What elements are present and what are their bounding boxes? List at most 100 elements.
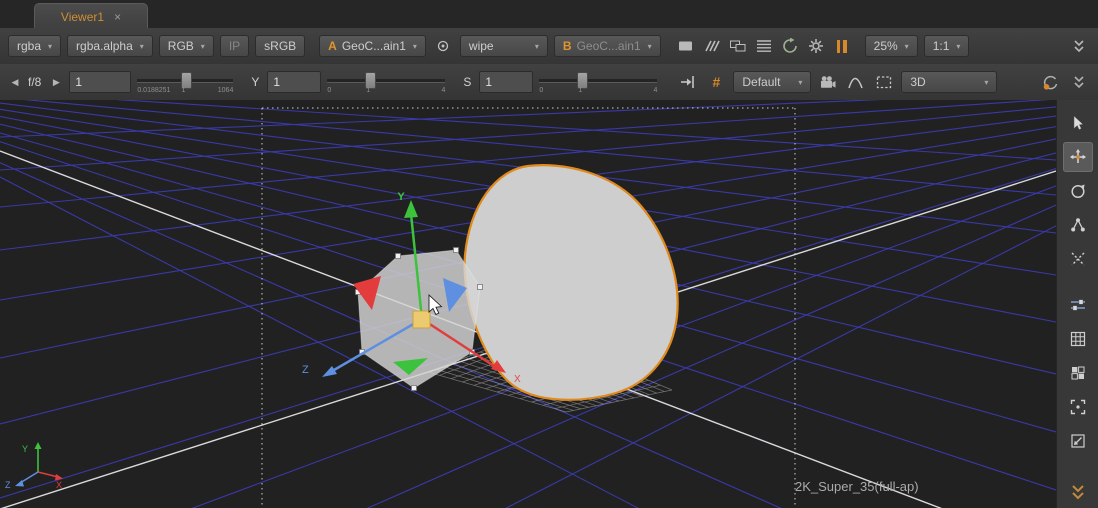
arrow-into-bar-icon [679, 73, 697, 91]
frame-corners-button[interactable] [1063, 392, 1093, 422]
curve-icon [847, 74, 865, 90]
tick-label: 0 [327, 87, 331, 94]
tab-viewer1[interactable]: Viewer1 × [34, 3, 148, 29]
fstop-label: f/8 [28, 75, 41, 89]
gamma-input[interactable]: 1 [267, 71, 321, 93]
input-a-dropdown[interactable]: A GeoC...ain1 ▾ [319, 35, 426, 57]
view-mode-dropdown[interactable]: 3D ▾ [901, 71, 997, 93]
pixel-aspect-value: 1:1 [933, 39, 950, 53]
display-mode-dropdown[interactable]: RGB▾ [159, 35, 214, 57]
translate-tool-button[interactable] [1063, 142, 1093, 172]
tick-label: 4 [653, 87, 657, 94]
input-a-value: GeoC...ain1 [342, 39, 406, 53]
refresh-status-icon [1042, 74, 1060, 91]
gain-slider[interactable]: 0.0188251 1 1064 [137, 69, 233, 95]
sliders-tool-button[interactable] [1063, 290, 1093, 320]
frame-icon [677, 38, 695, 54]
caret-icon: ▾ [140, 42, 144, 51]
float-window-button[interactable] [727, 35, 749, 57]
lattice-icon [1069, 330, 1087, 348]
caret-icon: ▾ [413, 42, 417, 51]
roi-button[interactable] [873, 71, 895, 93]
pixel-aspect-dropdown[interactable]: 1:1 ▾ [924, 35, 970, 57]
tick-label: 0.0188251 [137, 87, 170, 94]
settings-button[interactable] [805, 35, 827, 57]
downstream-node-button[interactable] [677, 71, 699, 93]
saturation-input[interactable]: 1 [479, 71, 533, 93]
input-b-dropdown[interactable]: B GeoC...ain1 ▾ [554, 35, 661, 57]
gain-input[interactable]: 1 [69, 71, 131, 93]
zoom-dropdown[interactable]: 25%▾ [865, 35, 918, 57]
fstop-next-button[interactable]: ▶ [49, 71, 63, 93]
colorspace-button[interactable]: sRGB [255, 35, 305, 57]
display-mode-value: RGB [168, 39, 194, 53]
axis-z-label: Z [5, 480, 11, 490]
wipe-dot-icon [435, 38, 451, 54]
wipe-value: wipe [469, 39, 494, 53]
camera-lock-button[interactable] [817, 71, 839, 93]
input-b-letter: B [563, 39, 572, 53]
frame-corners-icon [1069, 398, 1087, 416]
fstop-prev-button[interactable]: ◀ [8, 71, 22, 93]
pause-icon [837, 40, 847, 53]
input-a-letter: A [328, 39, 337, 53]
cross-lines-tool-button[interactable] [1063, 244, 1093, 274]
caret-icon: ▾ [984, 78, 988, 87]
lut-curve-button[interactable] [845, 71, 867, 93]
3d-viewport[interactable]: Y X Z Y X Z 2K_Super_35(full-ap) [0, 100, 1056, 508]
move-icon [1069, 148, 1087, 166]
slider-track [539, 79, 657, 82]
rotate-tool-button[interactable] [1063, 176, 1093, 206]
caret-icon: ▾ [956, 42, 960, 51]
tick-label: 0 [539, 87, 543, 94]
tick-label: 1 [578, 87, 582, 94]
caret-icon: ▾ [798, 78, 802, 87]
pause-render-button[interactable] [831, 35, 853, 57]
close-icon[interactable]: × [114, 11, 121, 23]
wipe-dropdown[interactable]: wipe ▾ [460, 35, 548, 57]
gamma-slider[interactable]: 0 1 4 [327, 69, 445, 95]
refresh-status-button[interactable] [1040, 71, 1062, 93]
side-toolbar-expand-button[interactable] [1063, 482, 1093, 504]
saturation-slider[interactable]: 0 1 4 [539, 69, 657, 95]
chevron-double-down-icon [1072, 38, 1086, 54]
layer-dropdown[interactable]: rgba.alpha▾ [67, 35, 153, 57]
hierarchy-icon [1069, 216, 1087, 234]
caret-icon: ▾ [535, 42, 539, 51]
input-process-toggle[interactable]: IP [220, 35, 249, 57]
cursor-icon [1069, 114, 1087, 132]
gizmo-x-label: X [514, 374, 521, 385]
wipe-center-button[interactable] [432, 35, 454, 57]
refresh-button[interactable] [779, 35, 801, 57]
lut-dropdown[interactable]: Default ▾ [733, 71, 811, 93]
h-lines-icon [755, 38, 773, 54]
lattice-tool-button[interactable] [1063, 324, 1093, 354]
gear-icon [807, 38, 825, 54]
display-window-button[interactable] [675, 35, 697, 57]
caret-icon: ▾ [905, 42, 909, 51]
marquee-icon [875, 74, 893, 90]
toolbar-expand-button[interactable] [1068, 35, 1090, 57]
tick-label: 4 [441, 87, 445, 94]
ip-label: IP [229, 39, 240, 53]
fit-view-button[interactable] [1063, 426, 1093, 456]
quads-icon [1069, 364, 1087, 382]
monitors-icon [729, 38, 747, 54]
nuke-viewer-window: Viewer1 × rgba▾ rgba.alpha▾ RGB▾ IP sRGB… [0, 0, 1098, 508]
hierarchy-tool-button[interactable] [1063, 210, 1093, 240]
proxy-mode-button[interactable] [701, 35, 723, 57]
toolbar-expand-button[interactable] [1068, 71, 1090, 93]
gizmo-center-handle[interactable] [413, 311, 430, 328]
fit-frame-icon [1069, 432, 1087, 450]
quad-view-button[interactable] [1063, 358, 1093, 388]
gamma-label: Y [251, 75, 259, 89]
chevron-double-down-icon [1072, 74, 1086, 90]
guides-toggle-button[interactable]: # [705, 71, 727, 93]
select-tool-button[interactable] [1063, 108, 1093, 138]
gizmo-y-label: Y [397, 191, 405, 203]
colorspace-value: sRGB [264, 39, 296, 53]
stack-layers-button[interactable] [753, 35, 775, 57]
channels-dropdown[interactable]: rgba▾ [8, 35, 61, 57]
viewer-icon-group [675, 35, 853, 57]
slider-track [327, 79, 445, 82]
